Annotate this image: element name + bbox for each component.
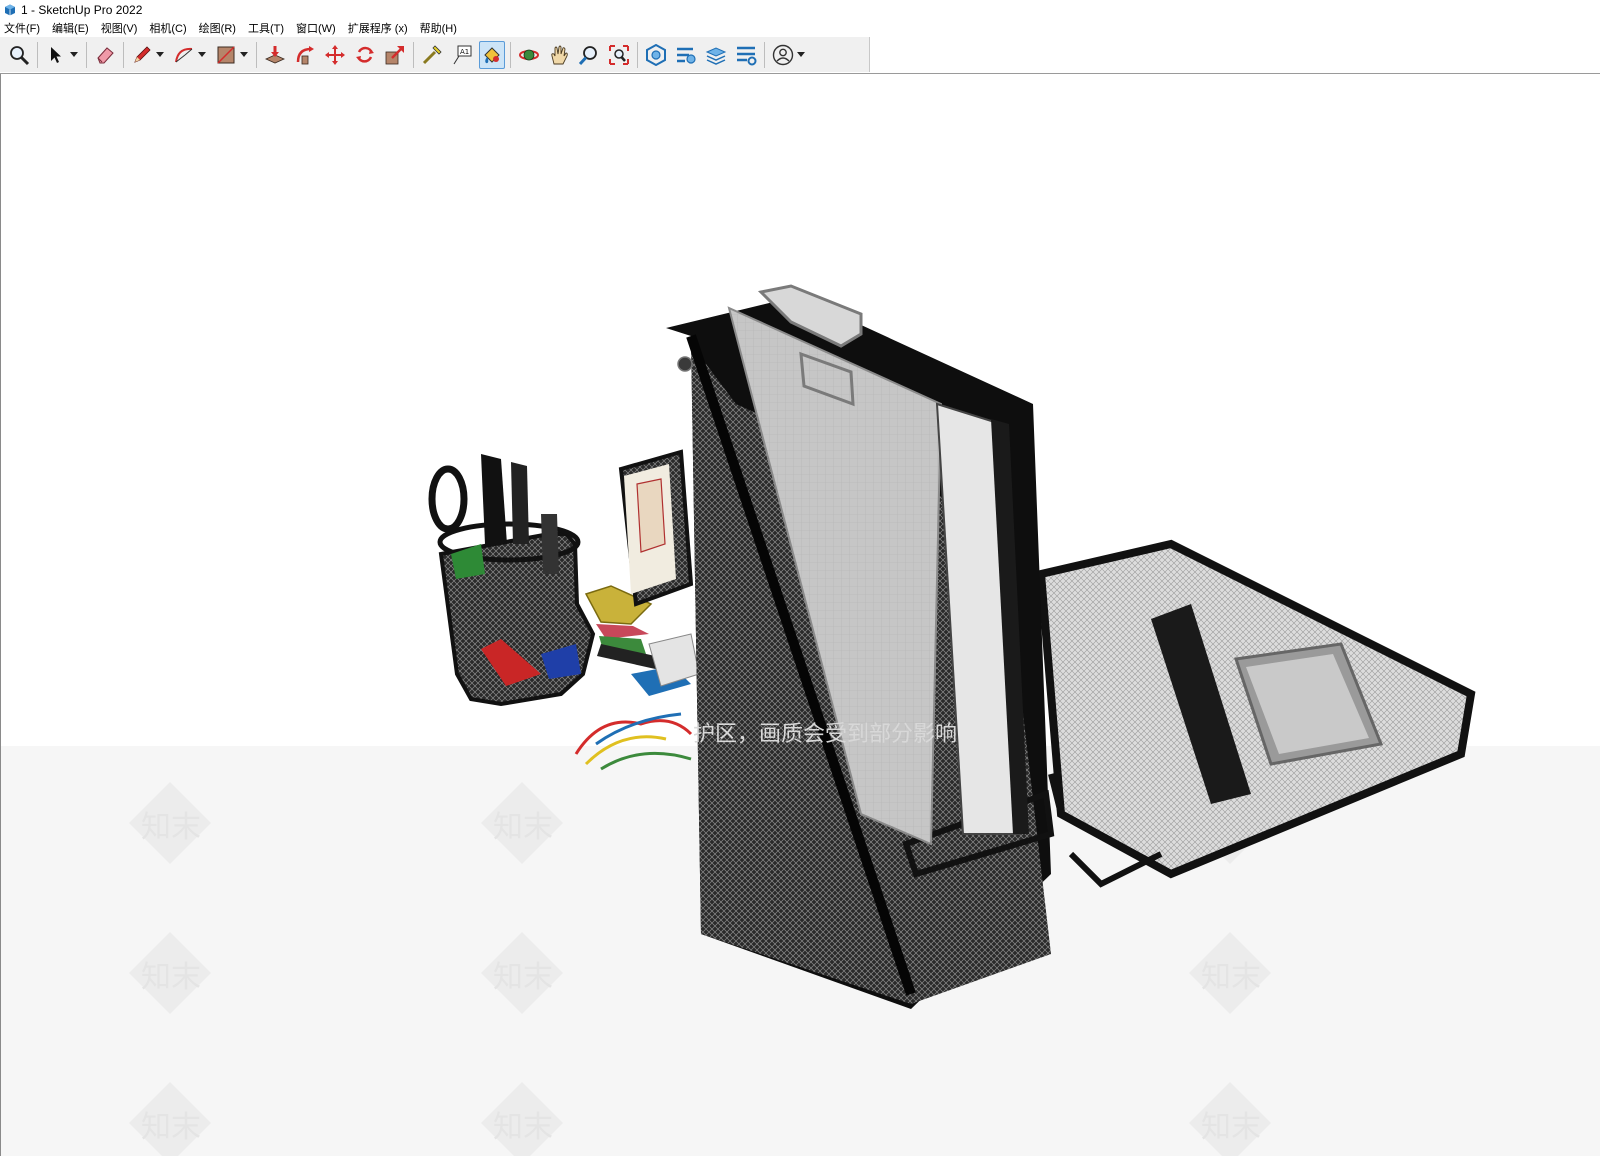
chevron-down-icon [797,51,805,57]
menu-draw[interactable]: 绘图(R) [199,20,236,36]
move-icon [325,44,345,65]
chevron-down-icon [70,51,78,57]
zoom-extents-icon [609,44,629,65]
zoom-view-tool-button[interactable] [576,41,602,69]
toolbar-separator [764,41,765,68]
zoom-icon [10,45,30,65]
chevron-down-icon [156,51,164,57]
extension-warehouse-icon [677,47,696,64]
toolbar-separator [637,41,638,68]
chevron-down-icon [198,51,206,57]
loose-paper-clips [574,712,693,771]
follow-me-icon [296,45,314,64]
push-pull-tool-button[interactable] [262,41,288,69]
arc-icon [175,47,193,62]
desk-organizer-model[interactable] [1,74,1600,1156]
menu-help[interactable]: 帮助(H) [420,20,457,36]
mesh-letter-tray[interactable] [1036,539,1476,888]
pan-icon [551,45,568,64]
menu-view[interactable]: 视图(V) [101,20,138,36]
rectangle-icon [217,45,235,64]
extension-warehouse-button[interactable] [673,41,699,69]
arc-tool-button[interactable] [171,41,197,69]
menu-extensions[interactable]: 扩展程序 (x) [348,20,408,36]
text-tool-button[interactable]: A1 [449,41,475,69]
sketchup-app-icon [5,4,15,15]
modeling-viewport[interactable]: 知末 知末 知末 知末 知末 知末 知末 知末 知末 [0,74,1600,1156]
paint-bucket-icon [484,46,500,63]
toolbar-separator [123,41,124,68]
extension-manager-icon [737,46,757,65]
pencil-line-icon [134,45,151,63]
text-icon: A1 [453,45,472,64]
account-button[interactable] [770,41,796,69]
tape-measure-icon [422,44,442,64]
title-bar: 1 - SketchUp Pro 2022 [0,0,1600,19]
menu-tools[interactable]: 工具(T) [248,20,284,36]
large-tool-set-toolbar: A1 [0,37,870,72]
layout-icon [705,46,727,65]
toolbar-separator [413,41,414,68]
account-icon [772,44,794,65]
toolbar-separator [86,41,87,68]
letter-sorter [618,449,694,607]
move-tool-button[interactable] [322,41,348,69]
line-tool-button[interactable] [129,41,155,69]
arc-dropdown[interactable] [197,41,207,69]
zoom-view-icon [578,45,597,65]
menu-window[interactable]: 窗口(W) [296,20,336,36]
3d-warehouse-button[interactable] [643,41,669,69]
push-pull-icon [265,45,285,63]
eraser-tool-button[interactable] [92,41,118,69]
eraser-icon [97,46,114,63]
scale-icon [385,45,404,64]
rectangle-dropdown[interactable] [239,41,249,69]
menu-camera[interactable]: 相机(C) [149,20,186,36]
orbit-tool-button[interactable] [516,41,542,69]
pan-tool-button[interactable] [546,41,572,69]
3d-warehouse-icon [646,43,666,66]
handle-hole [677,356,693,372]
chevron-down-icon [240,51,248,57]
paint-bucket-tool-button[interactable] [479,40,505,69]
svg-text:A1: A1 [460,48,469,56]
line-dropdown[interactable] [155,41,165,69]
toolbar-separator [256,41,257,68]
orbit-icon [519,49,539,60]
mesh-pen-cup[interactable] [428,454,596,707]
tape-measure-tool-button[interactable] [419,41,445,69]
rotate-tool-button[interactable] [352,41,378,69]
toolbar-separator [37,41,38,68]
toolbar-row: A1 [0,37,1600,74]
menu-bar: 文件(F) 编辑(E) 视图(V) 相机(C) 绘图(R) 工具(T) 窗口(W… [0,19,1600,37]
toolbar-separator [510,41,511,68]
extension-manager-button[interactable] [733,41,759,69]
layout-button[interactable] [703,41,729,69]
select-icon [51,46,61,63]
rectangle-tool-button[interactable] [213,41,239,69]
scale-tool-button[interactable] [382,41,408,69]
scissors-blade [481,454,507,544]
zoom-tool-button[interactable] [6,41,32,69]
select-dropdown[interactable] [69,41,79,69]
zoom-extents-tool-button[interactable] [606,41,632,69]
sketchup-window: 1 - SketchUp Pro 2022 文件(F) 编辑(E) 视图(V) … [0,0,1600,1156]
menu-file[interactable]: 文件(F) [4,20,40,36]
rotate-icon [356,46,374,63]
scissors-handle [428,465,468,533]
menu-edit[interactable]: 编辑(E) [52,20,89,36]
select-tool-button[interactable] [43,41,69,69]
account-dropdown[interactable] [796,41,806,69]
window-title: 1 - SketchUp Pro 2022 [21,2,143,17]
follow-me-tool-button[interactable] [292,41,318,69]
watermark-banner: 护区，画质会受到部分影响 [693,722,958,747]
